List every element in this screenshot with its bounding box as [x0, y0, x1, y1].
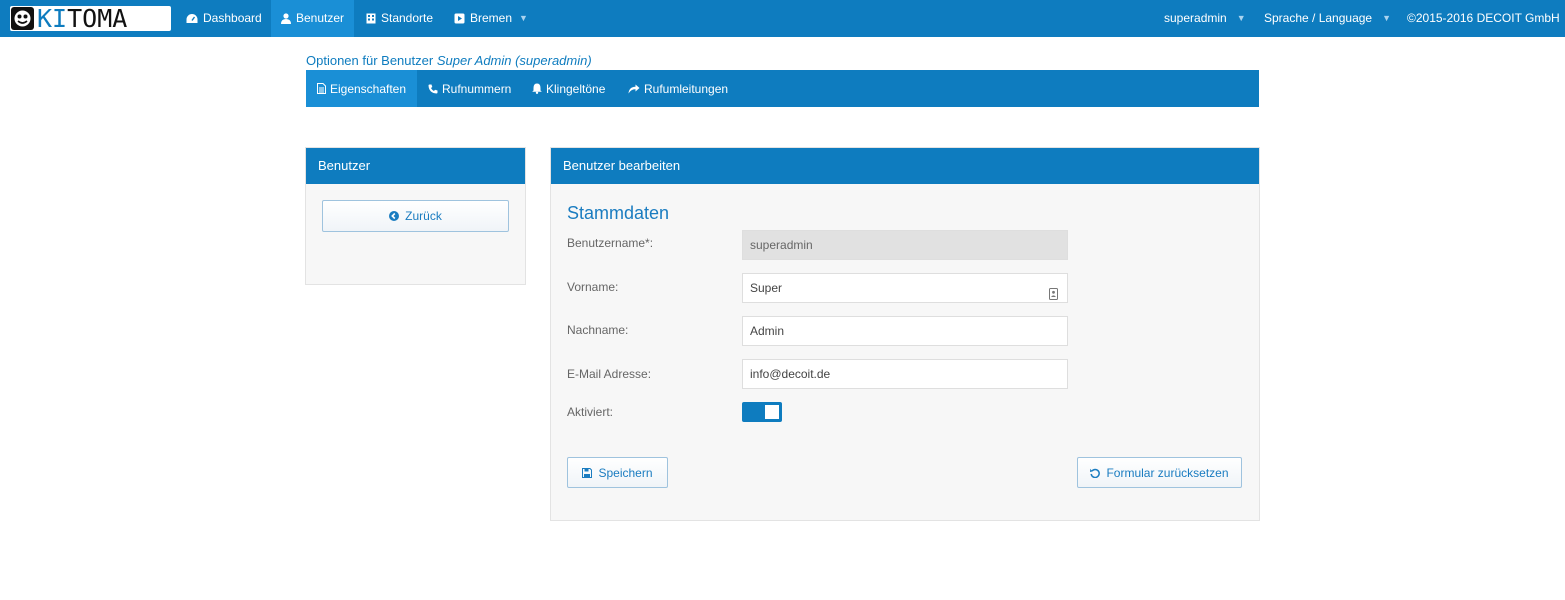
building-icon: [366, 13, 376, 24]
tab-rufnummern[interactable]: Rufnummern: [428, 70, 511, 107]
language-label: Sprache / Language: [1264, 11, 1373, 25]
username-field[interactable]: superadmin: [742, 230, 1068, 260]
firstname-field[interactable]: Super: [742, 273, 1068, 303]
nav-dashboard-label: Dashboard: [203, 11, 262, 25]
nav-bremen-label: Bremen: [470, 11, 513, 25]
save-button-label: Speichern: [598, 465, 653, 480]
reset-form-button-label: Formular zurücksetzen: [1106, 465, 1229, 480]
document-icon: [316, 83, 326, 94]
nav-benutzer-label: Benutzer: [295, 11, 345, 25]
page-title-prefix: Optionen für Benutzer: [306, 53, 434, 68]
nav-bremen-dropdown[interactable]: Bremen ▼: [454, 0, 528, 37]
active-toggle[interactable]: [742, 402, 782, 422]
user-menu-label: superadmin: [1164, 11, 1227, 25]
user-icon: [280, 13, 291, 24]
page-title-user: Super Admin (superadmin): [436, 53, 592, 68]
kitoma-logo[interactable]: KITOMA: [10, 6, 171, 31]
tab-klingeltoene[interactable]: Klingeltöne: [532, 70, 605, 107]
email-value: info@decoit.de: [750, 367, 831, 381]
tab-eigenschaften[interactable]: Eigenschaften: [306, 70, 417, 107]
bell-icon: [532, 83, 542, 94]
firstname-value: Super: [750, 281, 783, 295]
logo-text-toma: TOMA: [67, 4, 128, 33]
floppy-disk-icon: [582, 467, 593, 478]
back-circle-icon: [389, 211, 400, 221]
email-label: E-Mail Adresse:: [567, 367, 652, 381]
tab-rufnummern-label: Rufnummern: [442, 81, 512, 96]
lastname-label: Nachname:: [567, 323, 629, 337]
copyright-text: ©2015-2016 DECOIT GmbH: [1407, 11, 1560, 25]
options-tabbar: Eigenschaften Rufnummern Klingeltöne Ruf…: [306, 70, 1259, 107]
dashboard-icon: [186, 14, 198, 23]
user-menu-dropdown[interactable]: superadmin ▼: [1164, 0, 1246, 37]
tab-eigenschaften-label: Eigenschaften: [329, 81, 407, 96]
top-navbar: KITOMA Dashboard Benutzer Standorte Brem…: [0, 0, 1565, 37]
location-square-icon: [454, 13, 465, 24]
chevron-down-icon: ▼: [519, 13, 528, 23]
chevron-down-icon: ▼: [1236, 13, 1246, 23]
section-title: Stammdaten: [567, 203, 670, 223]
chevron-down-icon: ▼: [1382, 13, 1392, 23]
edit-user-panel-title: Benutzer bearbeiten: [551, 148, 1259, 184]
tab-klingeltoene-label: Klingeltöne: [546, 81, 606, 96]
save-button[interactable]: Speichern: [567, 457, 668, 488]
back-button-label: Zurück: [405, 209, 442, 223]
logo-face-icon: [11, 7, 34, 30]
phone-icon: [428, 84, 438, 93]
toggle-knob: [765, 405, 779, 419]
lastname-field[interactable]: Admin: [742, 316, 1068, 346]
nav-dashboard[interactable]: Dashboard: [186, 0, 262, 37]
logo-text-ki: KI: [37, 4, 68, 33]
nav-standorte[interactable]: Standorte: [366, 0, 433, 37]
reset-icon: [1090, 468, 1101, 478]
user-panel-title: Benutzer: [306, 148, 525, 184]
autofill-contact-icon[interactable]: [1049, 282, 1058, 310]
active-label: Aktiviert:: [567, 405, 614, 419]
back-button[interactable]: Zurück: [322, 200, 509, 232]
tab-rufumleitungen-label: Rufumleitungen: [644, 81, 729, 96]
page-title: Optionen für Benutzer Super Admin (super…: [306, 53, 592, 68]
tab-rufumleitungen[interactable]: Rufumleitungen: [628, 70, 728, 107]
nav-standorte-label: Standorte: [381, 11, 434, 25]
share-arrow-icon: [628, 84, 640, 93]
username-label: Benutzername*:: [567, 236, 654, 250]
language-dropdown[interactable]: Sprache / Language ▼: [1264, 0, 1391, 37]
lastname-value: Admin: [750, 324, 785, 338]
reset-form-button[interactable]: Formular zurücksetzen: [1077, 457, 1242, 488]
username-value: superadmin: [750, 238, 813, 252]
email-field[interactable]: info@decoit.de: [742, 359, 1068, 389]
firstname-label: Vorname:: [567, 280, 619, 294]
nav-benutzer[interactable]: Benutzer: [271, 0, 354, 37]
